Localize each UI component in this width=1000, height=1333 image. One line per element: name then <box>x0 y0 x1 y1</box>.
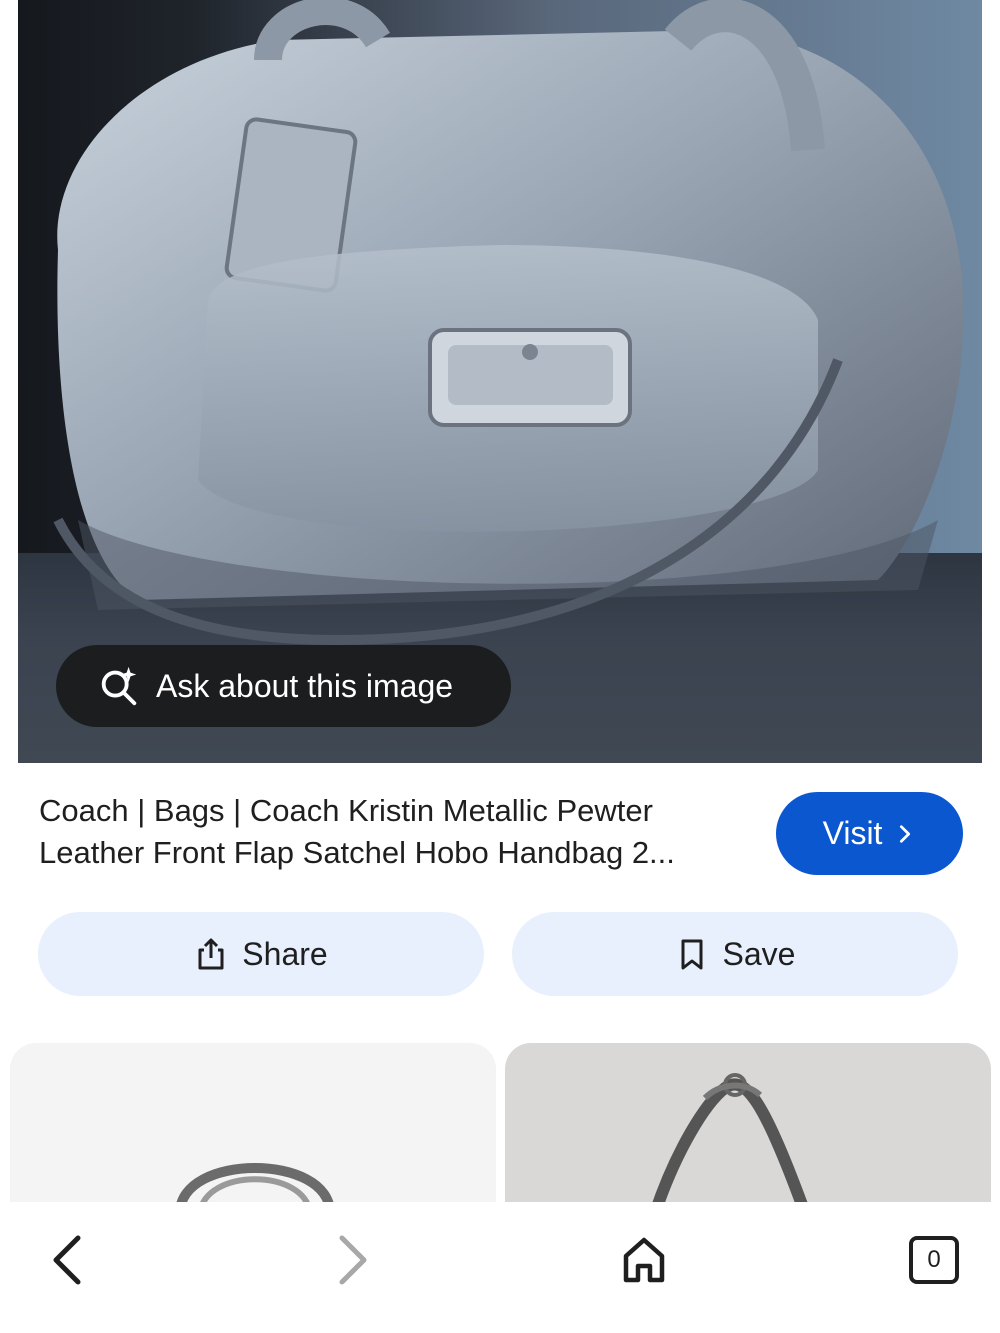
lens-sparkle-icon <box>101 666 137 706</box>
share-label: Share <box>242 935 328 972</box>
handbag-thumbnail-image <box>175 1163 335 1213</box>
chevron-left-icon <box>53 1235 81 1285</box>
bottom-navigation-bar: 0 <box>0 1202 1000 1333</box>
save-button[interactable]: Save <box>512 912 958 996</box>
chevron-right-icon <box>339 1235 367 1285</box>
bookmark-icon <box>681 939 703 970</box>
main-image[interactable]: Ask about this image <box>18 0 982 763</box>
handbag-thumbnail-image <box>649 1073 811 1213</box>
tabs-button[interactable]: 0 <box>898 1224 970 1296</box>
visit-button[interactable]: Visit <box>776 792 963 875</box>
tabs-count-badge: 0 <box>909 1236 959 1284</box>
back-button[interactable] <box>30 1224 102 1296</box>
related-image-thumbnail[interactable] <box>505 1043 991 1213</box>
home-button[interactable] <box>608 1224 680 1296</box>
home-icon <box>623 1237 665 1283</box>
save-label: Save <box>722 935 796 972</box>
visit-label: Visit <box>822 815 883 851</box>
result-title[interactable]: Coach | Bags | Coach Kristin Metallic Pe… <box>39 790 759 874</box>
ask-about-image-label: Ask about this image <box>156 667 454 704</box>
related-image-thumbnail[interactable] <box>10 1043 496 1213</box>
share-button[interactable]: Share <box>38 912 484 996</box>
share-icon <box>198 938 224 970</box>
forward-button[interactable] <box>318 1224 390 1296</box>
ask-about-image-button[interactable]: Ask about this image <box>56 645 511 727</box>
chevron-right-icon <box>900 824 911 843</box>
